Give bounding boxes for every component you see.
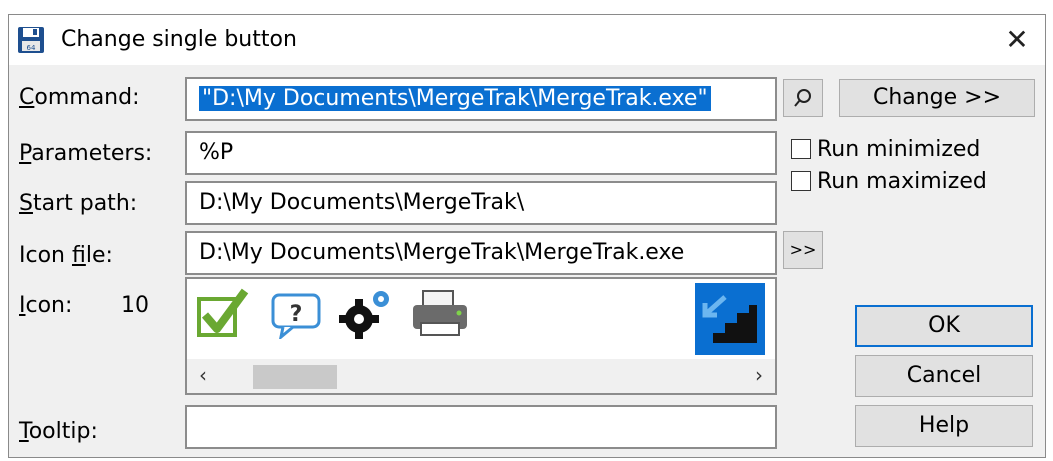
run-maximized-checkbox[interactable] [791,171,811,191]
parameters-field[interactable]: %P [185,131,777,175]
change-button[interactable]: Change >> [839,79,1035,117]
command-value: "D:\My Documents\MergeTrak\MergeTrak.exe… [199,86,711,111]
scroll-left-button[interactable]: ‹ [199,363,207,387]
icon-file-field[interactable]: D:\My Documents\MergeTrak\MergeTrak.exe [185,231,777,275]
command-field[interactable]: "D:\My Documents\MergeTrak\MergeTrak.exe… [185,77,777,121]
scroll-right-button[interactable]: › [755,363,763,387]
icon-index: 10 [121,293,149,318]
search-icon [794,89,811,107]
mergetrak-stairs-icon[interactable] [695,283,765,355]
icon-scrollbar[interactable]: ‹ › [187,359,775,393]
parameters-label: Parameters: [19,141,153,166]
start-path-label: Start path: [19,191,138,216]
run-maximized-label: Run maximized [817,169,987,194]
icon-picker: ? ‹ › [185,277,777,395]
gears-icon[interactable] [337,287,395,341]
run-minimized-checkbox[interactable] [791,139,811,159]
help-button[interactable]: Help [855,405,1033,447]
run-minimized-option[interactable]: Run minimized [791,137,980,167]
tooltip-field[interactable] [185,405,777,449]
tooltip-label: Tooltip: [19,419,98,444]
svg-text:64: 64 [27,44,36,52]
run-maximized-option[interactable]: Run maximized [791,169,987,199]
start-path-field[interactable]: D:\My Documents\MergeTrak\ [185,181,777,225]
icon-file-label: Icon file: [19,243,113,268]
window-title: Change single button [61,27,297,52]
title-bar: 64 Change single button ✕ [9,15,1045,65]
cancel-button[interactable]: Cancel [855,355,1033,397]
floppy-disk-icon: 64 [18,27,44,53]
browse-icon-file-button[interactable]: >> [783,231,823,269]
scroll-thumb[interactable] [253,365,337,389]
ok-button[interactable]: OK [855,305,1033,347]
stairs-glyph [702,295,757,343]
svg-text:?: ? [290,302,303,327]
printer-icon[interactable] [409,289,471,339]
browse-command-button[interactable] [783,79,823,117]
help-bubble-icon[interactable]: ? [271,293,323,339]
icon-label: Icon: [19,293,73,318]
command-label: Command: [19,85,140,110]
checkmark-icon[interactable] [197,287,249,339]
close-button[interactable]: ✕ [995,19,1039,61]
change-button-dialog: 64 Change single button ✕ Command: Param… [8,14,1046,458]
run-minimized-label: Run minimized [817,137,981,162]
